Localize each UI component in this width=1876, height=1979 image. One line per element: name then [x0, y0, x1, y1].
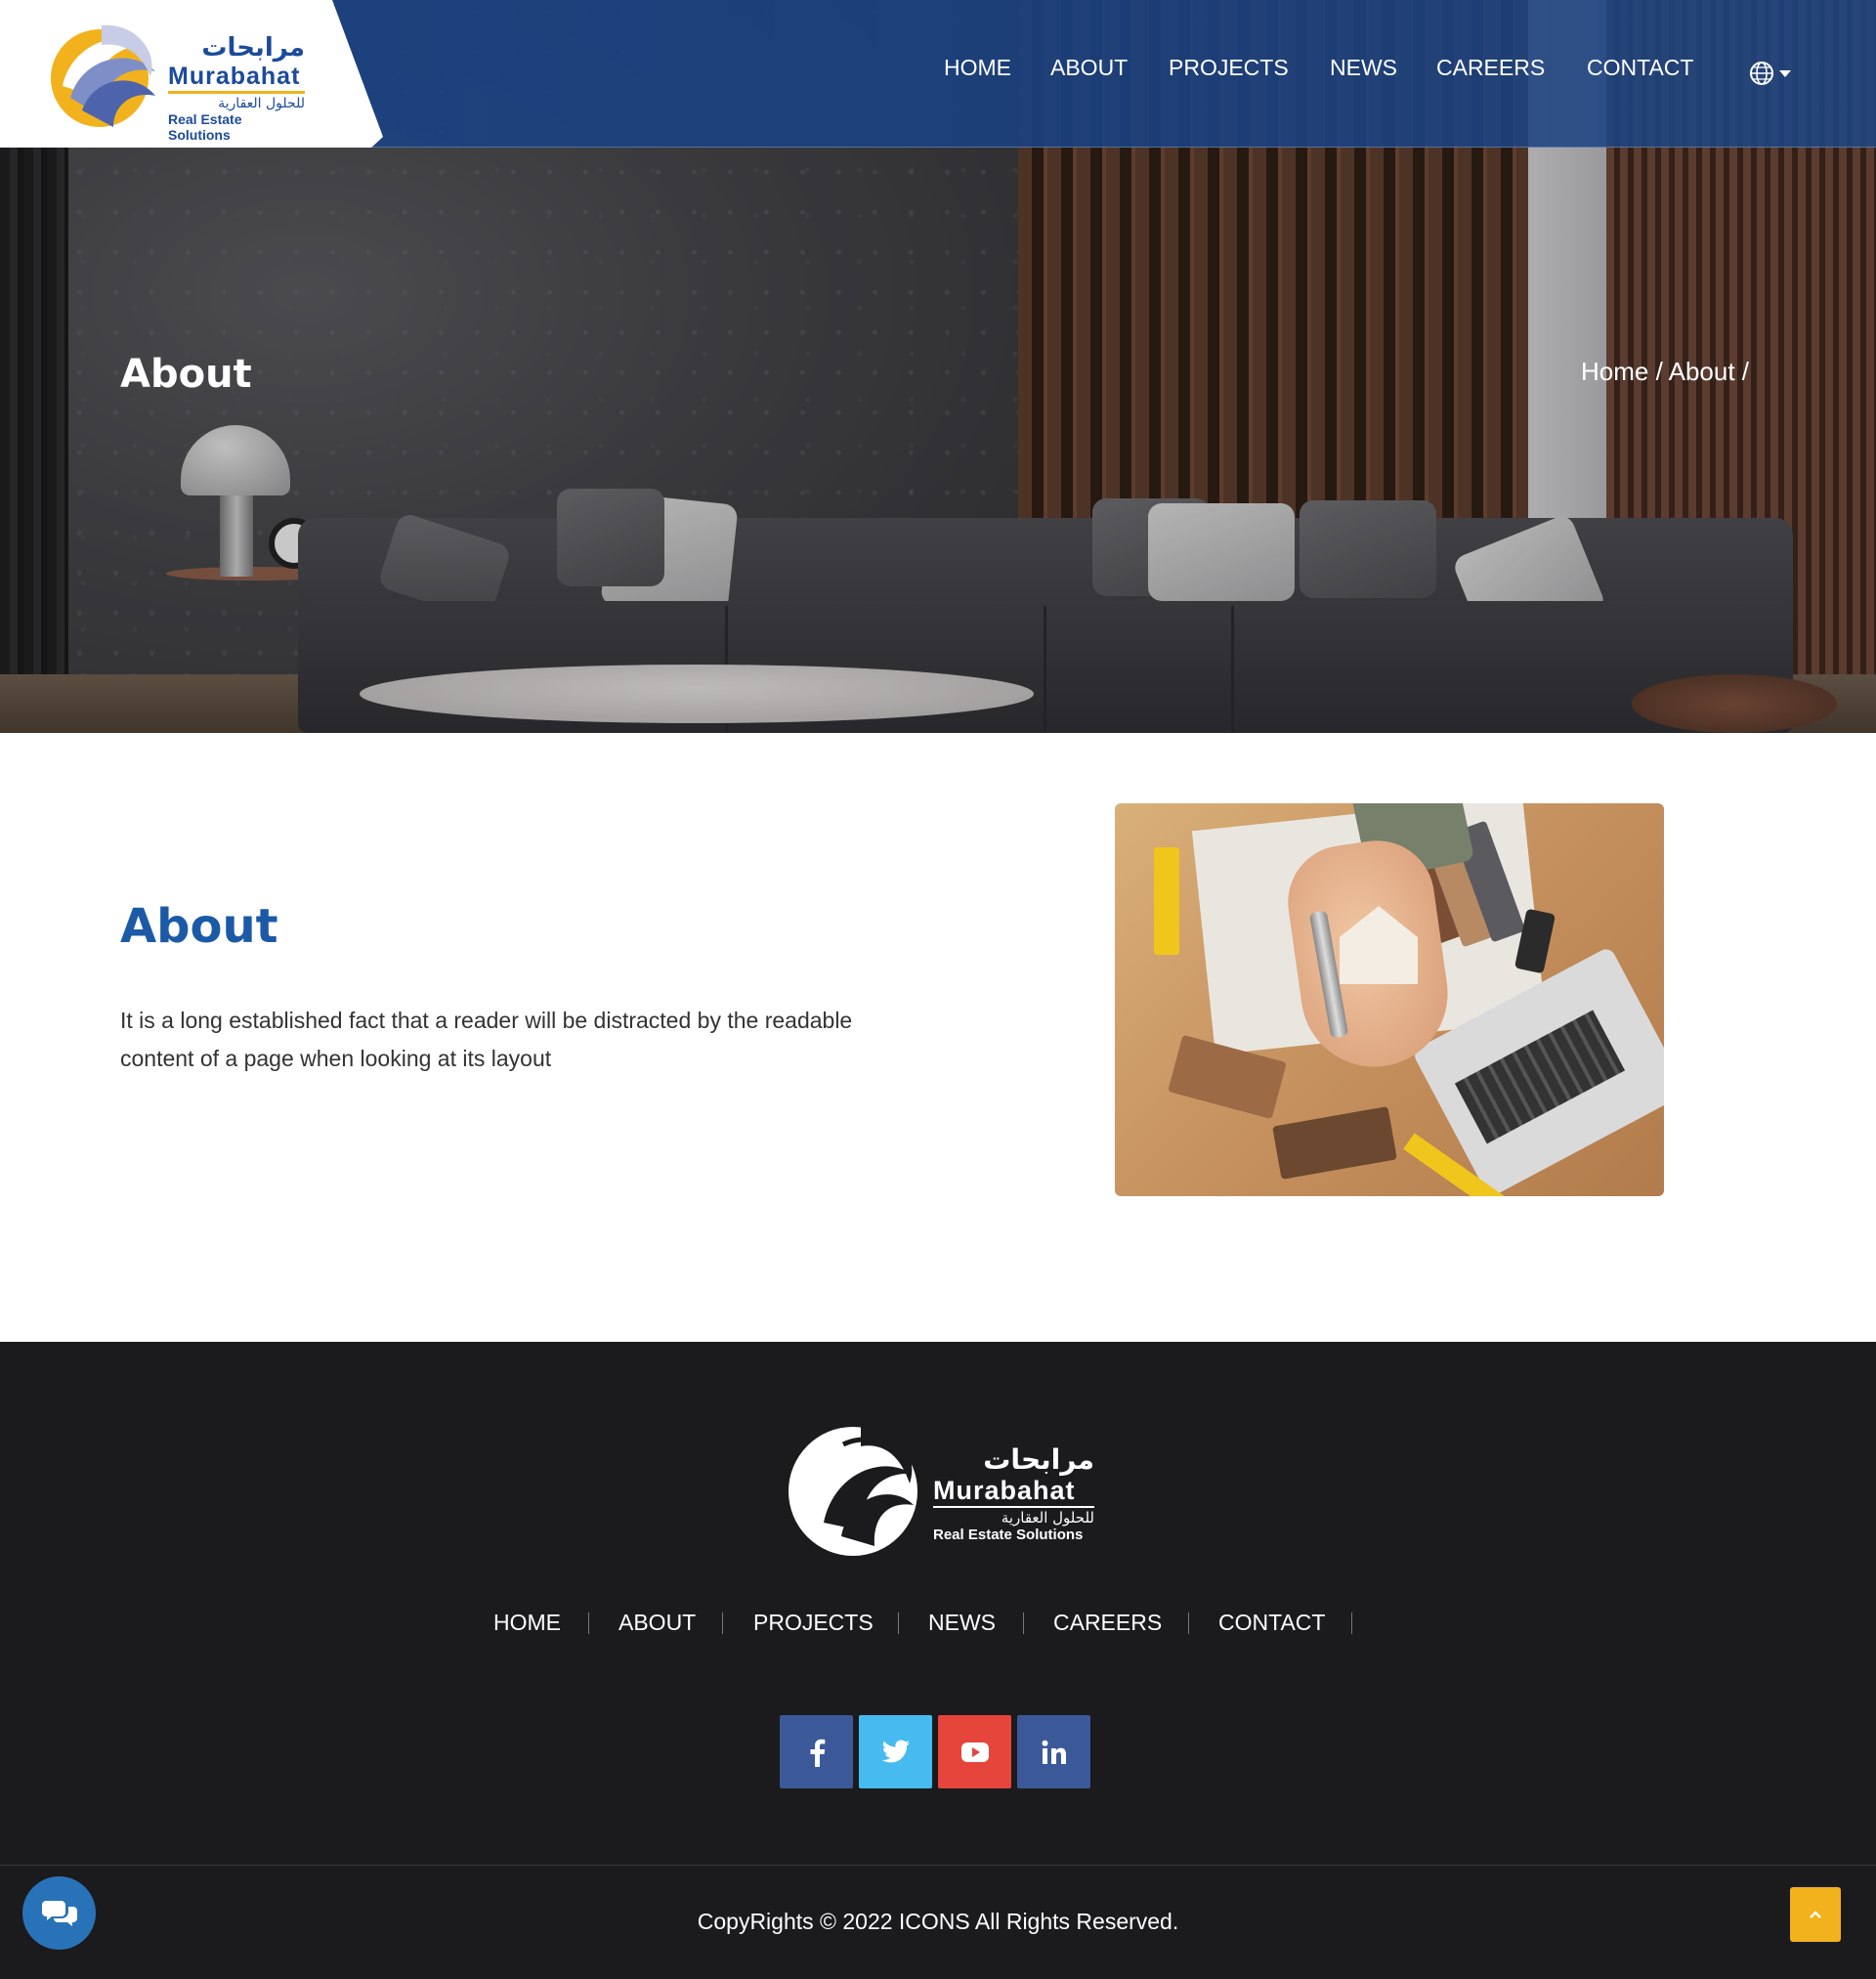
- footer-nav-item-contact[interactable]: CONTACT: [1218, 1610, 1325, 1636]
- logo-divider: [168, 91, 305, 94]
- footer-nav-separator: [1188, 1613, 1189, 1634]
- breadcrumb-trailing-separator: /: [1734, 357, 1750, 386]
- logo-tagline-en: Real Estate Solutions: [168, 111, 242, 143]
- page-title: About: [120, 352, 252, 397]
- footer-nav-separator: [1023, 1613, 1024, 1634]
- footer-nav-item-home[interactable]: HOME: [493, 1610, 561, 1636]
- nav-item-careers[interactable]: CAREERS: [1436, 55, 1545, 81]
- globe-icon: [1750, 62, 1791, 85]
- footer-nav-item-projects[interactable]: PROJECTS: [753, 1610, 874, 1636]
- linkedin-button[interactable]: [1017, 1715, 1090, 1788]
- about-heading: About: [120, 899, 278, 954]
- twitter-button[interactable]: [859, 1715, 932, 1788]
- footer-nav-item-careers[interactable]: CAREERS: [1053, 1610, 1162, 1636]
- footer-logo-tagline-en: Real Estate Solutions: [933, 1527, 1084, 1543]
- chat-bubbles-icon: [41, 1900, 77, 1926]
- footer-logo-name-ar: مرابحات: [983, 1443, 1094, 1476]
- youtube-icon: [960, 1742, 989, 1762]
- facebook-icon: [810, 1739, 825, 1767]
- footer-nav: HOME ABOUT PROJECTS NEWS CAREERS CONTACT: [0, 1610, 1876, 1639]
- language-switcher[interactable]: [1748, 59, 1797, 88]
- breadcrumb: Home / About /: [1581, 357, 1749, 387]
- breadcrumb-separator: /: [1648, 357, 1669, 386]
- nav-item-projects[interactable]: PROJECTS: [1169, 55, 1289, 81]
- nav-item-about[interactable]: ABOUT: [1050, 55, 1128, 81]
- image-spirit-level: [1154, 847, 1179, 955]
- nav-item-news[interactable]: NEWS: [1330, 55, 1397, 81]
- youtube-button[interactable]: [938, 1715, 1011, 1788]
- about-description: It is a long established fact that a rea…: [120, 1008, 853, 1071]
- footer-logo-divider: [933, 1506, 1094, 1508]
- linkedin-icon: [1042, 1740, 1066, 1764]
- footer-logo-name-en: Murabahat: [933, 1476, 1076, 1505]
- nav-item-contact[interactable]: CONTACT: [1587, 55, 1693, 81]
- footer-nav-item-news[interactable]: NEWS: [928, 1610, 996, 1636]
- footer-logo[interactable]: مرابحات Murabahat للحلول العقارية Real E…: [785, 1415, 1094, 1557]
- chevron-up-icon: [1810, 1911, 1821, 1918]
- chat-button[interactable]: [22, 1876, 96, 1950]
- footer-logo-eagle-icon: [789, 1422, 917, 1556]
- copyright-text: CopyRights © 2022 ICONS All Rights Reser…: [697, 1909, 1179, 1934]
- breadcrumb-home-link[interactable]: Home: [1581, 357, 1648, 386]
- footer-nav-separator: [898, 1613, 899, 1634]
- about-image: [1115, 803, 1664, 1196]
- footer-logo-tagline-ar: للحلول العقارية: [1001, 1509, 1094, 1527]
- scroll-to-top-button[interactable]: [1790, 1887, 1841, 1942]
- image-wood-swatch: [1272, 1105, 1397, 1181]
- twitter-icon: [881, 1740, 910, 1762]
- logo-tagline-ar: للحلول العقارية: [218, 96, 305, 111]
- footer-nav-separator: [1351, 1613, 1352, 1634]
- footer-logo-wordmark: مرابحات Murabahat للحلول العقارية Real E…: [933, 1444, 1094, 1543]
- nav-item-home[interactable]: HOME: [944, 55, 1011, 81]
- footer-nav-item-about[interactable]: ABOUT: [618, 1610, 696, 1636]
- footer-nav-separator: [722, 1613, 723, 1634]
- footer-nav-separator: [588, 1613, 589, 1634]
- caret-down-icon: [1779, 70, 1791, 77]
- breadcrumb-current: About: [1668, 357, 1735, 386]
- footer-divider: [0, 1865, 1876, 1866]
- facebook-button[interactable]: [780, 1715, 853, 1788]
- main-nav: HOME ABOUT PROJECTS NEWS CAREERS CONTACT: [0, 55, 1876, 90]
